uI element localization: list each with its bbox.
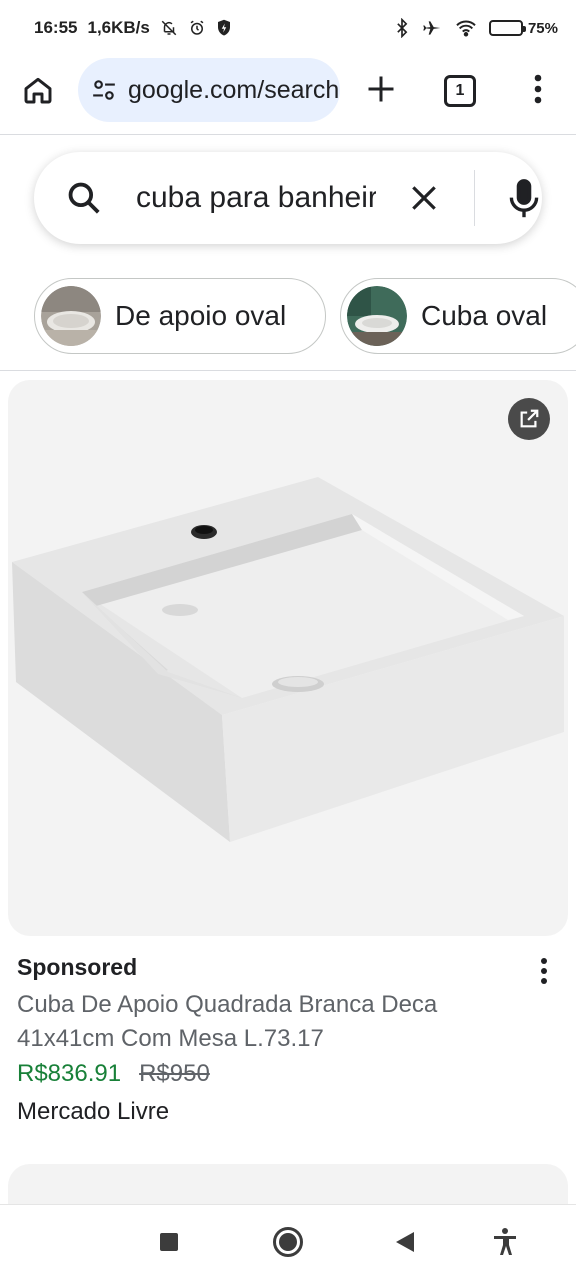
browser-menu-button[interactable]	[522, 70, 554, 112]
home-icon	[22, 74, 54, 111]
sink-image	[12, 477, 564, 842]
open-in-new-icon	[520, 409, 539, 428]
price-row: R$836.91 R$950	[17, 1060, 210, 1088]
chip-label: Cuba oval	[421, 300, 548, 331]
network-speed: 1,6KB/s	[87, 18, 150, 37]
chip-thumbnail	[41, 286, 101, 346]
product-price: R$836.91	[17, 1060, 122, 1087]
battery-percent: 75%	[527, 19, 558, 37]
system-nav-bar	[0, 1204, 576, 1280]
status-time: 16:55	[34, 18, 78, 37]
accessibility-icon	[494, 1228, 516, 1255]
more-vert-icon	[534, 74, 542, 109]
search-icon[interactable]	[64, 178, 104, 218]
battery-icon: 75%	[488, 19, 558, 37]
merchant-name: Mercado Livre	[17, 1098, 170, 1125]
chip-cuba-oval[interactable]: Cuba oval	[340, 278, 576, 354]
notifications-off-icon	[160, 19, 178, 37]
plus-icon	[366, 74, 396, 109]
product-image[interactable]	[8, 380, 568, 936]
chip-de-apoio-oval[interactable]: De apoio oval	[34, 278, 326, 354]
product-more-button[interactable]	[532, 954, 556, 988]
sponsored-label: Sponsored	[17, 954, 138, 980]
recents-icon	[160, 1233, 178, 1251]
clear-search-button[interactable]	[404, 178, 444, 218]
search-separator	[474, 170, 475, 226]
new-tab-button[interactable]	[362, 72, 400, 110]
product-old-price: R$950	[139, 1060, 210, 1087]
wifi-icon	[455, 19, 477, 37]
status-right: 75%	[395, 18, 558, 38]
tune-icon[interactable]	[90, 76, 118, 104]
toolbar-divider	[0, 134, 576, 135]
back-icon	[396, 1232, 414, 1252]
browser-toolbar: google.com/search 1	[0, 56, 576, 126]
home-nav-button[interactable]	[268, 1222, 308, 1262]
address-bar[interactable]: google.com/search	[78, 58, 340, 122]
voice-search-button[interactable]	[504, 176, 544, 222]
recents-button[interactable]	[150, 1223, 188, 1261]
product-title[interactable]: Cuba De Apoio Quadrada Branca Deca 41x41…	[17, 988, 507, 1056]
close-icon	[412, 186, 436, 210]
alarm-icon	[188, 19, 206, 37]
home-button[interactable]	[18, 72, 58, 112]
more-vert-icon	[541, 958, 547, 984]
home-circle-icon	[273, 1227, 303, 1257]
status-bar: 16:55 1,6KB/s 75%	[0, 0, 576, 56]
back-button[interactable]	[386, 1223, 424, 1261]
url-text[interactable]: google.com/search	[128, 76, 339, 105]
airplane-icon	[421, 18, 443, 38]
tab-count: 1	[455, 82, 465, 99]
chip-label: De apoio oval	[115, 300, 287, 331]
mic-icon	[509, 179, 539, 218]
open-in-new-button[interactable]	[508, 398, 550, 440]
tabs-button[interactable]: 1	[444, 75, 476, 107]
chips-divider	[0, 370, 576, 371]
status-left: 16:55 1,6KB/s	[34, 18, 232, 38]
shield-icon	[216, 19, 232, 37]
search-input[interactable]	[136, 176, 376, 220]
chip-thumbnail	[347, 286, 407, 346]
bluetooth-icon	[395, 18, 409, 38]
accessibility-button[interactable]	[486, 1222, 524, 1262]
search-box	[34, 152, 542, 244]
